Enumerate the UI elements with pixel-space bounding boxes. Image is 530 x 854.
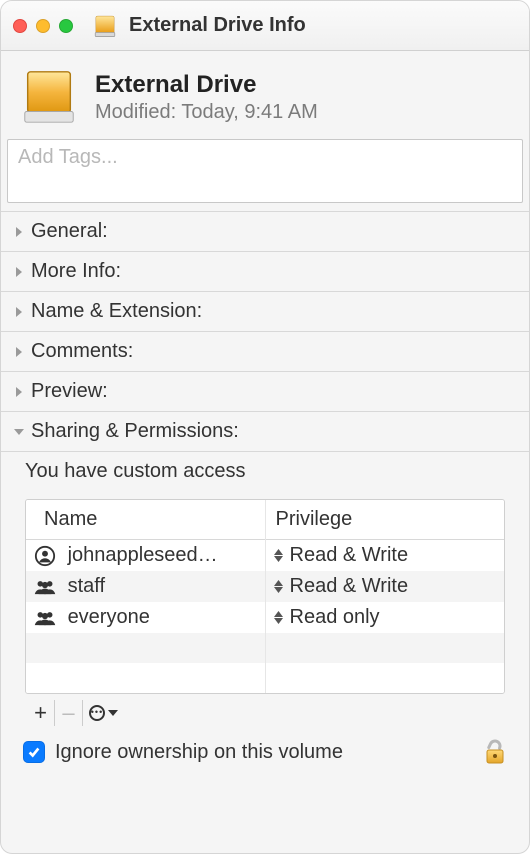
chevron-right-icon — [13, 346, 25, 358]
chevron-right-icon — [13, 226, 25, 238]
section-label: General: — [31, 220, 108, 243]
section-label: Sharing & Permissions: — [31, 420, 239, 443]
column-name[interactable]: Name — [26, 500, 265, 540]
lock-button[interactable] — [483, 738, 507, 766]
chevron-right-icon — [13, 306, 25, 318]
action-icon: ••• — [89, 705, 105, 721]
group-icon — [34, 609, 56, 627]
table-row[interactable]: johnappleseed… Read & Write — [26, 540, 504, 572]
section-general[interactable]: General: — [1, 211, 529, 251]
privilege-select[interactable]: Read & Write — [274, 544, 497, 567]
checkbox-label: Ignore ownership on this volume — [55, 741, 343, 764]
permissions-toolbar: + – ••• — [25, 700, 505, 726]
stepper-icon — [274, 580, 286, 593]
section-sharing-permissions[interactable]: Sharing & Permissions: — [1, 411, 529, 452]
permissions-body: You have custom access Name Privilege — [1, 452, 529, 726]
table-row — [26, 663, 504, 693]
section-label: Name & Extension: — [31, 300, 202, 323]
titlebar[interactable]: External Drive Info — [1, 1, 529, 51]
header: External Drive Modified: Today, 9:41 AM — [1, 51, 529, 139]
add-button[interactable]: + — [27, 700, 55, 726]
section-label: Preview: — [31, 380, 108, 403]
modified-value: Today, 9:41 AM — [181, 101, 317, 123]
chevron-right-icon — [13, 266, 25, 278]
access-text: You have custom access — [25, 460, 505, 483]
section-label: Comments: — [31, 340, 133, 363]
person-icon — [34, 545, 56, 567]
privilege-select[interactable]: Read & Write — [274, 575, 497, 598]
group-icon — [34, 578, 56, 596]
footer: Ignore ownership on this volume — [1, 726, 529, 782]
table-row[interactable]: everyone Read only — [26, 602, 504, 633]
column-privilege[interactable]: Privilege — [265, 500, 504, 540]
privilege-value: Read & Write — [290, 575, 409, 598]
minimize-button[interactable] — [36, 19, 50, 33]
zoom-button[interactable] — [59, 19, 73, 33]
remove-button[interactable]: – — [55, 700, 83, 726]
drive-name: External Drive — [95, 71, 318, 99]
user-name: johnappleseed… — [68, 544, 218, 566]
section-comments[interactable]: Comments: — [1, 331, 529, 371]
stepper-icon — [274, 549, 286, 562]
section-preview[interactable]: Preview: — [1, 371, 529, 411]
privilege-value: Read only — [290, 606, 380, 629]
user-name: everyone — [68, 606, 150, 628]
chevron-down-icon — [107, 709, 119, 717]
tags-field[interactable] — [7, 139, 523, 203]
tags-input[interactable] — [18, 146, 512, 169]
privilege-value: Read & Write — [290, 544, 409, 567]
close-button[interactable] — [13, 19, 27, 33]
info-window: External Drive Info External Drive Modif… — [0, 0, 530, 854]
chevron-down-icon — [13, 427, 25, 437]
stepper-icon — [274, 611, 286, 624]
section-label: More Info: — [31, 260, 121, 283]
window-title: External Drive Info — [129, 14, 306, 37]
section-more-info[interactable]: More Info: — [1, 251, 529, 291]
drive-modified: Modified: Today, 9:41 AM — [95, 101, 318, 124]
sections: General: More Info: Name & Extension: Co… — [1, 211, 529, 452]
permissions-table: Name Privilege johnappleseed… — [25, 499, 505, 694]
section-name-extension[interactable]: Name & Extension: — [1, 291, 529, 331]
modified-label: Modified: — [95, 101, 176, 123]
table-header: Name Privilege — [26, 500, 504, 540]
user-name: staff — [68, 575, 105, 597]
action-menu-button[interactable]: ••• — [83, 700, 123, 726]
table-row[interactable]: staff Read & Write — [26, 571, 504, 602]
ignore-ownership-checkbox[interactable]: Ignore ownership on this volume — [23, 741, 343, 764]
chevron-right-icon — [13, 386, 25, 398]
titlebar-drive-icon — [91, 12, 119, 40]
checkbox-checked-icon — [23, 741, 45, 763]
privilege-select[interactable]: Read only — [274, 606, 497, 629]
traffic-lights — [13, 19, 73, 33]
drive-icon — [17, 65, 81, 129]
table-row — [26, 633, 504, 663]
